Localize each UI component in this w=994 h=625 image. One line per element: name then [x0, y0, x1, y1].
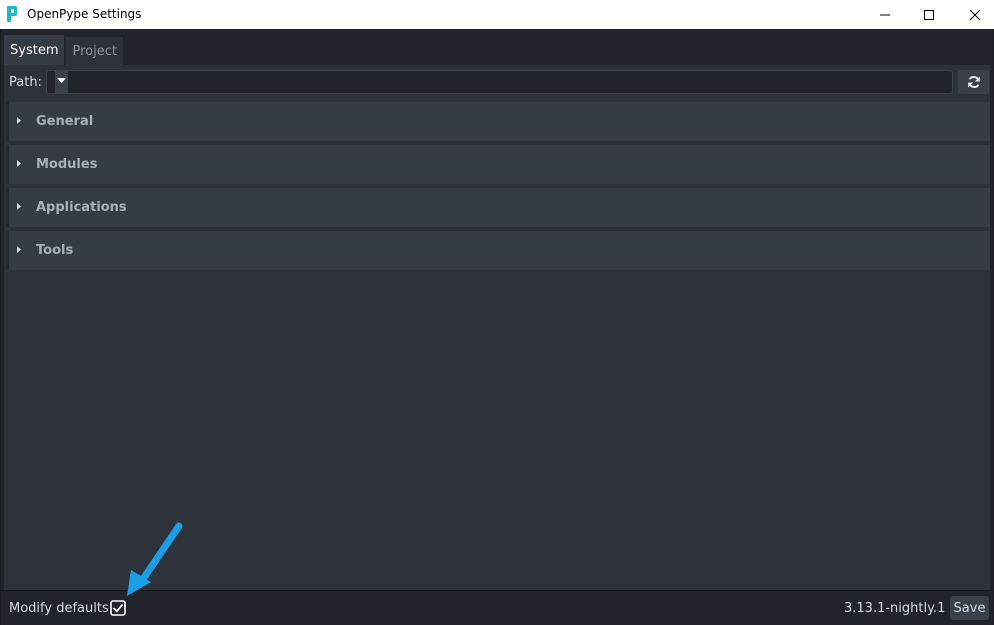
tab-project[interactable]: Project	[66, 37, 123, 65]
title-bar: OpenPype Settings	[0, 0, 994, 29]
settings-panel: Path: General Modules Applications Tools	[4, 65, 990, 590]
version-label: 3.13.1-nightly.1	[844, 601, 946, 616]
tab-bar: System Project	[4, 35, 125, 65]
section-general[interactable]: General	[6, 102, 990, 141]
path-dropdown-button[interactable]	[55, 71, 68, 93]
refresh-button[interactable]	[958, 70, 989, 94]
section-applications[interactable]: Applications	[6, 188, 990, 227]
settings-sections: General Modules Applications Tools	[6, 102, 990, 274]
caret-right-icon	[17, 203, 21, 210]
maximize-icon	[924, 9, 934, 20]
tab-system[interactable]: System	[4, 35, 65, 65]
section-label: Tools	[36, 243, 74, 258]
section-label: Applications	[36, 200, 127, 215]
chevron-down-icon	[57, 78, 66, 83]
section-label: Modules	[36, 157, 98, 172]
arrow-annotation-icon	[127, 522, 183, 596]
modify-defaults-label: Modify defaults	[9, 601, 109, 616]
path-label: Path:	[9, 75, 42, 90]
save-button[interactable]: Save	[950, 596, 989, 620]
window-title: OpenPype Settings	[27, 7, 142, 21]
modify-defaults-checkbox[interactable]	[110, 600, 126, 616]
close-icon	[970, 9, 980, 20]
section-label: General	[36, 114, 94, 129]
path-input[interactable]	[46, 70, 953, 94]
path-row: Path:	[4, 65, 990, 99]
section-modules[interactable]: Modules	[6, 145, 990, 184]
minimize-icon	[880, 14, 890, 15]
caret-right-icon	[17, 246, 21, 253]
refresh-icon	[967, 76, 980, 88]
maximize-button[interactable]	[906, 0, 952, 29]
minimize-button[interactable]	[862, 0, 908, 29]
caret-right-icon	[17, 160, 21, 167]
openpype-logo-icon	[7, 6, 17, 22]
close-button[interactable]	[952, 0, 994, 29]
caret-right-icon	[17, 117, 21, 124]
section-tools[interactable]: Tools	[6, 231, 990, 270]
